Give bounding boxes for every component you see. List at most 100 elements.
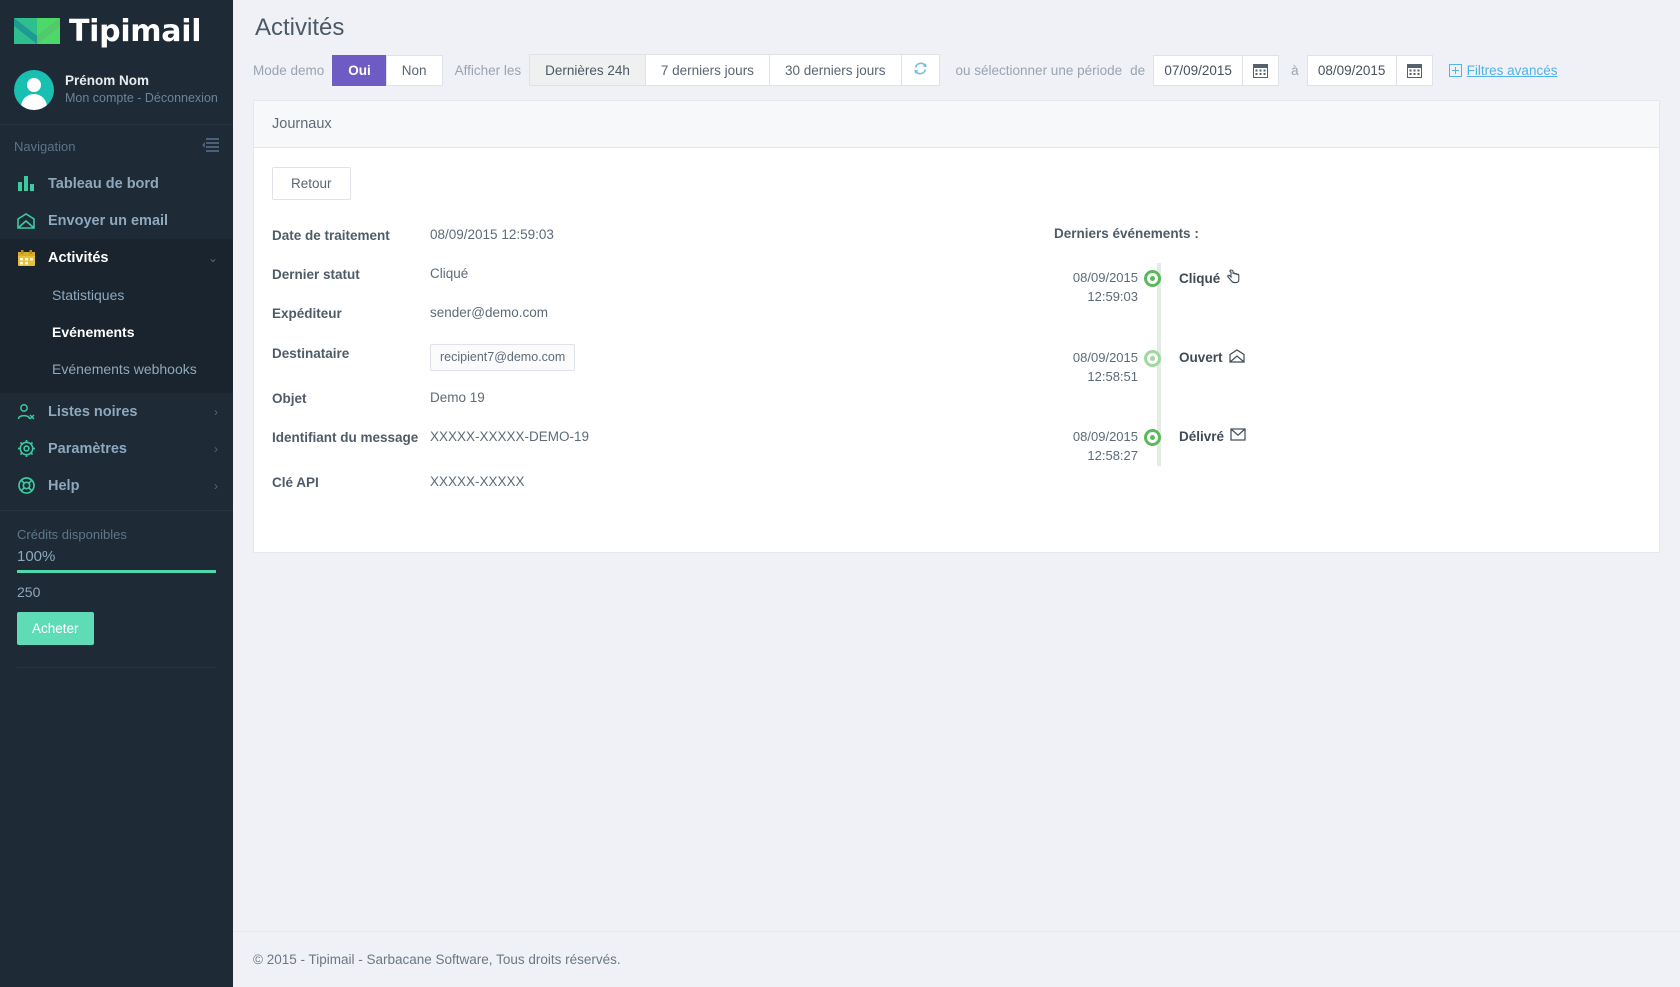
collapse-menu-icon[interactable] — [202, 138, 219, 155]
detail-label: Objet — [272, 390, 307, 406]
back-button[interactable]: Retour — [272, 167, 351, 200]
sidebar-item-label: Envoyer un email — [48, 212, 169, 229]
detail-label: Dernier statut — [272, 267, 360, 283]
chevron-down-icon: ⌄ — [207, 250, 218, 265]
sidebar: Tipimail Prénom Nom Mon compte - Déconne… — [0, 0, 233, 987]
brand[interactable]: Tipimail — [0, 0, 233, 62]
timeline-dot — [1144, 429, 1161, 447]
detail-value: Demo 19 — [430, 389, 485, 405]
timeline-dot — [1144, 270, 1161, 287]
sidebar-group-activites: Activités ⌄ Statistiques Evénements Evén… — [0, 239, 233, 393]
to-label: à — [1291, 62, 1299, 78]
show-label: Afficher les — [454, 62, 522, 78]
events-timeline: Derniers événements : 08/09/2015 12:59:0… — [1052, 226, 1246, 512]
detail-label: Clé API — [272, 474, 319, 490]
detail-row: Destinataire recipient7@demo.com — [272, 343, 1032, 371]
sidebar-item-statistiques[interactable]: Statistiques — [0, 276, 233, 313]
demo-mode-yes-button[interactable]: Oui — [332, 54, 387, 86]
date-to-input[interactable] — [1306, 54, 1397, 86]
range-last-7-days-button[interactable]: 7 derniers jours — [644, 54, 770, 86]
demo-mode-toggle: Oui Non — [332, 54, 443, 86]
range-last-24h-button[interactable]: Dernières 24h — [529, 54, 646, 86]
credits-progress-bar — [17, 570, 216, 573]
timeline-title: Derniers événements : — [1054, 226, 1199, 241]
range-last-30-days-button[interactable]: 30 derniers jours — [768, 54, 902, 86]
timeline-date: 08/09/2015 — [1072, 429, 1138, 445]
filters-toolbar: Mode demo Oui Non Afficher les Dernières… — [253, 54, 1660, 100]
user-block-icon — [16, 403, 36, 420]
timeline-item: 08/09/2015 12:58:51 Ouvert — [1052, 348, 1246, 387]
advanced-filters-link[interactable]: Filtres avancés — [1448, 62, 1558, 78]
buy-credits-button[interactable]: Acheter — [17, 612, 94, 645]
timeline-dot — [1144, 349, 1161, 367]
gear-icon — [16, 440, 36, 457]
refresh-button[interactable] — [900, 54, 940, 86]
calendar-icon[interactable] — [1396, 54, 1433, 86]
date-from-group — [1153, 54, 1280, 86]
sidebar-item-envoyer-un-email[interactable]: Envoyer un email — [0, 202, 233, 239]
chevron-right-icon: › — [214, 404, 218, 419]
demo-mode-no-button[interactable]: Non — [385, 54, 443, 86]
sidebar-item-tableau-de-bord[interactable]: Tableau de bord — [0, 165, 233, 202]
sidebar-item-activites[interactable]: Activités ⌄ — [0, 239, 233, 276]
sidebar-item-label: Listes noires — [48, 403, 138, 420]
sidebar-subnav: Statistiques Evénements Evénements webho… — [0, 276, 233, 393]
detail-row: Clé API XXXXX-XXXXX — [272, 473, 1032, 492]
timeline-event-label: Cliqué — [1179, 270, 1221, 286]
tipimail-logo-icon — [14, 18, 60, 44]
credits-divider — [17, 667, 216, 668]
detail-row: Expéditeur sender@demo.com — [272, 304, 1032, 323]
timeline-event-label: Ouvert — [1179, 349, 1223, 365]
date-from-input[interactable] — [1153, 54, 1244, 86]
timeline-time: 12:58:51 — [1087, 368, 1138, 384]
nav-header: Navigation — [0, 125, 233, 165]
bar-chart-icon — [16, 176, 36, 191]
sidebar-item-evenements[interactable]: Evénements — [0, 313, 233, 350]
sidebar-nav: Tableau de bord Envoyer un email Activit… — [0, 165, 233, 511]
detail-row: Identifiant du message XXXXX-XXXXX-DEMO-… — [272, 428, 1032, 447]
click-cursor-icon — [1226, 269, 1240, 287]
detail-value: Cliqué — [430, 266, 469, 282]
calendar-icon — [16, 249, 36, 266]
sidebar-item-help[interactable]: Help › — [0, 467, 233, 504]
user-name: Prénom Nom — [65, 73, 150, 89]
calendar-icon[interactable] — [1243, 54, 1280, 86]
avatar — [14, 70, 54, 110]
sidebar-subitem-label: Statistiques — [52, 286, 125, 303]
sidebar-item-label: Tableau de bord — [48, 175, 159, 192]
or-period-label: ou sélectionner une période — [955, 62, 1123, 78]
credits-label: Crédits disponibles — [17, 527, 127, 542]
from-label: de — [1130, 62, 1146, 78]
sidebar-item-label: Activités — [48, 249, 109, 266]
footer-text: © 2015 - Tipimail - Sarbacane Software, … — [253, 952, 621, 967]
recipient-chip[interactable]: recipient7@demo.com — [430, 343, 576, 371]
detail-row: Date de traitement 08/09/2015 12:59:03 — [272, 226, 1032, 245]
demo-mode-label: Mode demo — [253, 62, 325, 78]
user-account-links[interactable]: Mon compte - Déconnexion — [65, 91, 218, 106]
sidebar-item-listes-noires[interactable]: Listes noires › — [0, 393, 233, 430]
advanced-filters-label: Filtres avancés — [1466, 62, 1558, 78]
credits-percent: 100% — [17, 548, 56, 565]
chevron-right-icon: › — [214, 478, 218, 493]
sidebar-item-parametres[interactable]: Paramètres › — [0, 430, 233, 467]
plus-box-icon — [1448, 63, 1462, 77]
timeline-item: 08/09/2015 12:59:03 Cliqué — [1052, 269, 1246, 307]
refresh-icon — [913, 62, 928, 79]
timeline-time: 12:58:27 — [1087, 448, 1138, 464]
user-box: Prénom Nom Mon compte - Déconnexion — [0, 62, 233, 125]
nav-title: Navigation — [14, 139, 76, 154]
detail-value: XXXXX-XXXXX-DEMO-19 — [430, 428, 590, 444]
detail-row: Dernier statut Cliqué — [272, 265, 1032, 284]
chevron-right-icon: › — [214, 441, 218, 456]
timeline-date: 08/09/2015 — [1072, 349, 1138, 365]
sidebar-item-evenements-webhooks[interactable]: Evénements webhooks — [0, 350, 233, 387]
envelope-open-icon — [1228, 348, 1245, 366]
detail-value: 08/09/2015 12:59:03 — [430, 227, 554, 242]
timeline-item: 08/09/2015 12:58:27 Délivré — [1052, 428, 1246, 466]
timeline-event-label: Délivré — [1179, 428, 1225, 444]
app-root: Tipimail Prénom Nom Mon compte - Déconne… — [0, 0, 1680, 987]
timeline-time: 12:59:03 — [1087, 288, 1138, 304]
sidebar-item-label: Help — [48, 477, 80, 494]
sidebar-subitem-label: Evénements webhooks — [52, 360, 197, 377]
timeline-list: 08/09/2015 12:59:03 Cliqué 08/09/2015 12… — [1052, 263, 1246, 467]
